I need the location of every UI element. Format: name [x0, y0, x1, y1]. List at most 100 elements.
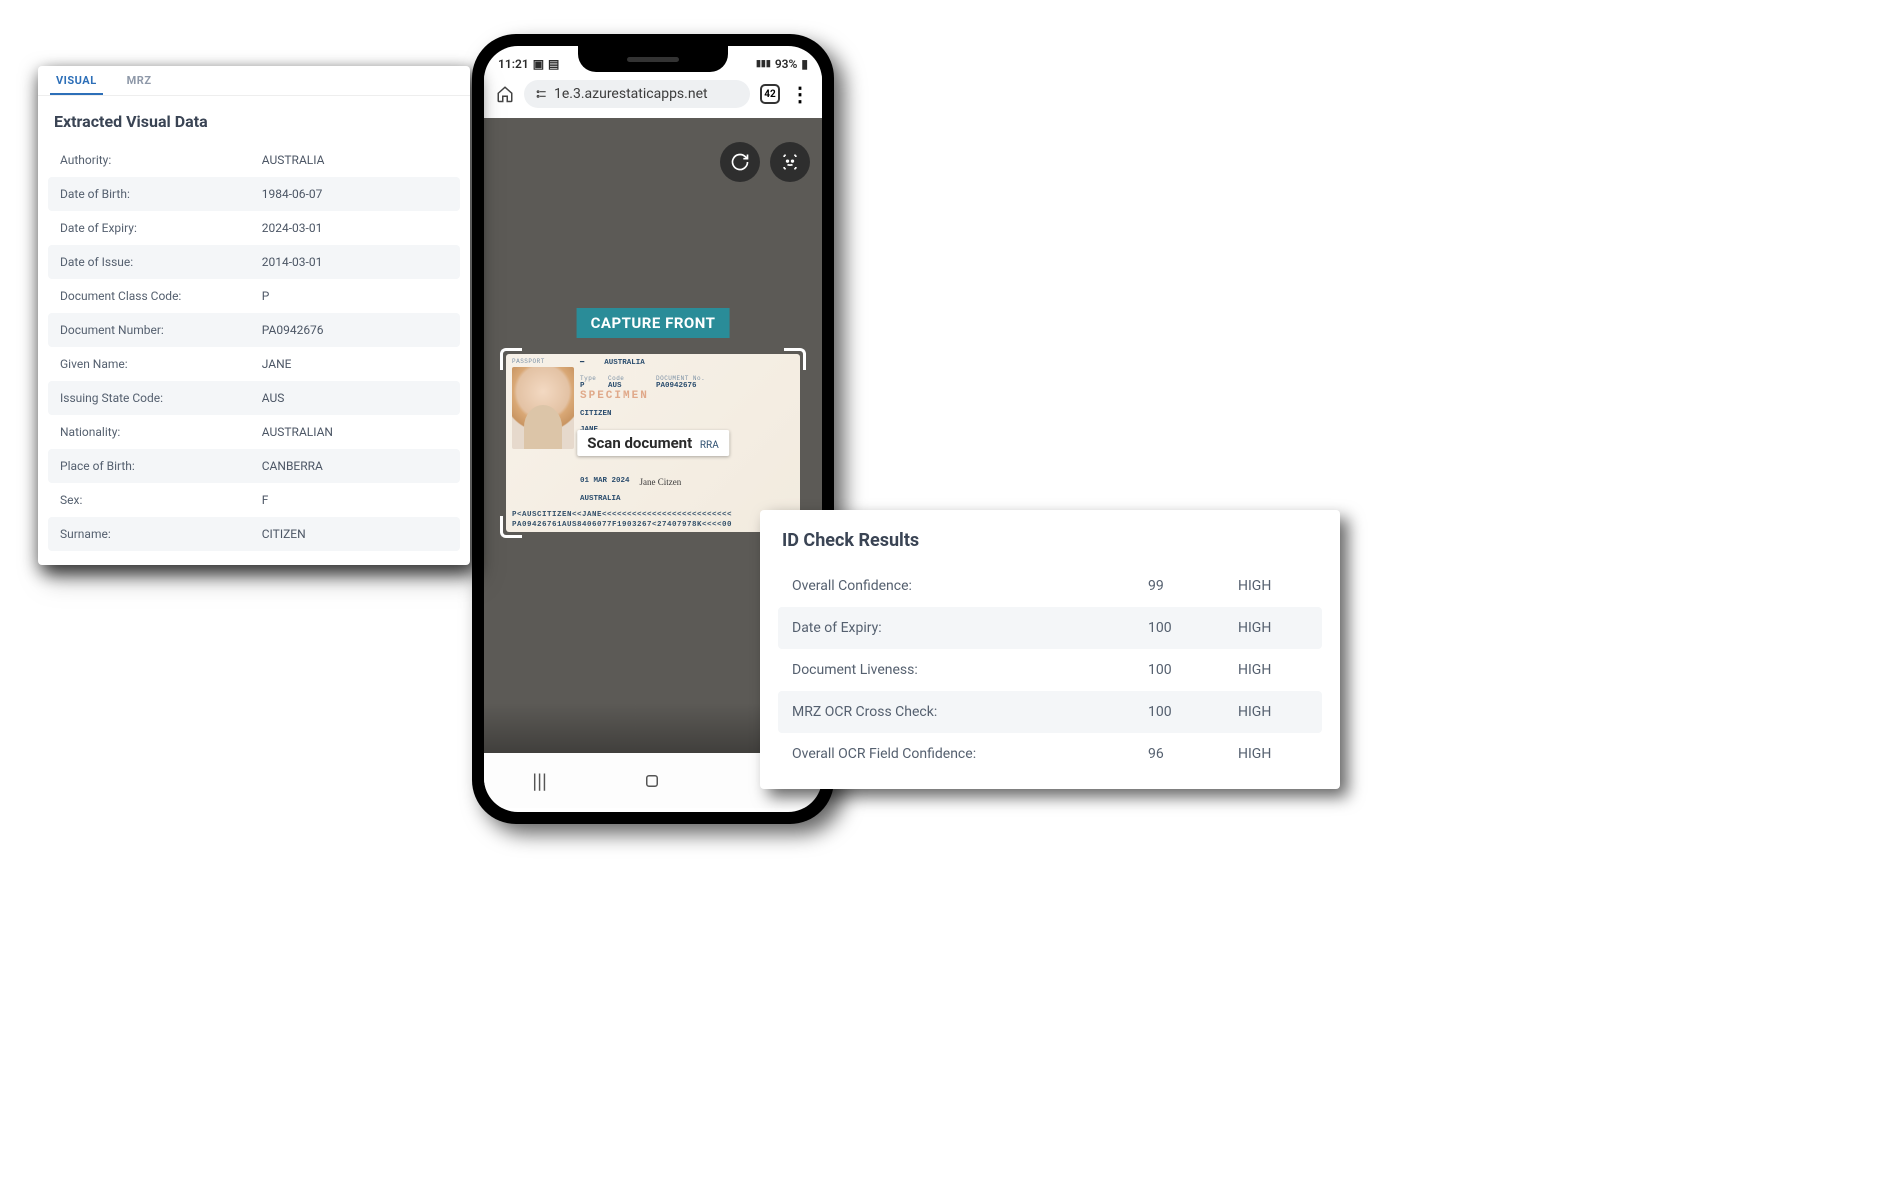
result-label: MRZ OCR Cross Check:	[792, 704, 1148, 720]
field-value: 1984-06-07	[262, 187, 448, 201]
tab-visual[interactable]: VISUAL	[50, 66, 103, 95]
extracted-data-row: Surname:CITIZEN	[48, 517, 460, 551]
home-icon[interactable]	[496, 85, 514, 103]
passport-photo	[512, 367, 574, 449]
extracted-data-row: Issuing State Code:AUS	[48, 381, 460, 415]
field-label: Place of Birth:	[60, 459, 262, 473]
field-value: AUSTRALIAN	[262, 425, 448, 439]
pp-specimen: SPECIMEN	[580, 390, 794, 409]
field-label: Authority:	[60, 153, 262, 167]
mrz-line-1: P<AUSCITIZEN<<JANE<<<<<<<<<<<<<<<<<<<<<<…	[512, 510, 794, 520]
field-label: Document Number:	[60, 323, 262, 337]
result-score: 100	[1148, 704, 1238, 720]
mrz-line-2: PA09426761AUS8406077F1903267<27407978K<<…	[512, 520, 794, 530]
pp-expiry: 01 MAR 2024	[580, 477, 630, 494]
status-time: 11:21	[498, 57, 529, 71]
pp-country: AUSTRALIA	[604, 359, 645, 367]
field-value: 2024-03-01	[262, 221, 448, 235]
extracted-data-row: Date of Birth:1984-06-07	[48, 177, 460, 211]
result-score: 100	[1148, 662, 1238, 678]
tab-count-value: 42	[764, 89, 775, 100]
extracted-data-title: Extracted Visual Data	[38, 96, 470, 143]
field-label: Document Class Code:	[60, 289, 262, 303]
field-value: CANBERRA	[262, 459, 448, 473]
pp-ctry: AUSTRALIA	[580, 495, 794, 510]
result-row: Overall Confidence:99HIGH	[778, 565, 1322, 607]
field-label: Date of Birth:	[60, 187, 262, 201]
field-label: Sex:	[60, 493, 262, 507]
extracted-data-row: Date of Issue:2014-03-01	[48, 245, 460, 279]
field-label: Surname:	[60, 527, 262, 541]
id-check-results-panel: ID Check Results Overall Confidence:99HI…	[760, 510, 1340, 789]
id-check-list: Overall Confidence:99HIGHDate of Expiry:…	[778, 565, 1322, 775]
refresh-button[interactable]	[720, 142, 760, 182]
field-value: JANE	[262, 357, 448, 371]
result-score: 99	[1148, 578, 1238, 594]
url-bar[interactable]: 1e.3.azurestaticapps.net	[524, 80, 750, 108]
extracted-data-row: Place of Birth:CANBERRA	[48, 449, 460, 483]
id-check-title: ID Check Results	[778, 526, 1322, 565]
battery-icon: ▮	[801, 57, 808, 71]
result-level: HIGH	[1238, 578, 1308, 594]
cast-icon: ▤	[548, 57, 559, 71]
result-label: Overall Confidence:	[792, 578, 1148, 594]
field-label: Nationality:	[60, 425, 262, 439]
tab-mrz[interactable]: MRZ	[121, 66, 158, 95]
home-nav-icon[interactable]	[643, 772, 661, 790]
browser-toolbar: 1e.3.azurestaticapps.net 42 ⋮	[484, 74, 822, 118]
pp-code: AUS	[608, 382, 650, 390]
result-row: MRZ OCR Cross Check:100HIGH	[778, 691, 1322, 733]
document-frame: PASSPORT ━ AUSTRALIA Type P	[500, 348, 806, 538]
result-row: Date of Expiry:100HIGH	[778, 607, 1322, 649]
tabs: VISUAL MRZ	[38, 66, 470, 96]
result-level: HIGH	[1238, 746, 1308, 762]
result-level: HIGH	[1238, 662, 1308, 678]
extracted-data-row: Date of Expiry:2024-03-01	[48, 211, 460, 245]
result-label: Document Liveness:	[792, 662, 1148, 678]
field-value: CITIZEN	[262, 527, 448, 541]
result-score: 96	[1148, 746, 1238, 762]
extracted-data-row: Document Class Code:P	[48, 279, 460, 313]
result-level: HIGH	[1238, 620, 1308, 636]
extracted-data-row: Nationality:AUSTRALIAN	[48, 415, 460, 449]
passport-hdr: PASSPORT	[512, 358, 574, 365]
phone-notch	[578, 46, 728, 72]
field-value: PA0942676	[262, 323, 448, 337]
battery-percent: 93%	[775, 57, 798, 71]
result-label: Date of Expiry:	[792, 620, 1148, 636]
url-text: 1e.3.azurestaticapps.net	[554, 86, 708, 102]
result-row: Document Liveness:100HIGH	[778, 649, 1322, 691]
pp-surname: CITIZEN	[580, 410, 794, 425]
result-score: 100	[1148, 620, 1238, 636]
tab-count-button[interactable]: 42	[760, 84, 780, 104]
field-value: AUS	[262, 391, 448, 405]
face-scan-button[interactable]	[770, 142, 810, 182]
field-value: P	[262, 289, 448, 303]
field-label: Date of Expiry:	[60, 221, 262, 235]
extracted-data-row: Authority:AUSTRALIA	[48, 143, 460, 177]
field-label: Date of Issue:	[60, 255, 262, 269]
field-value: AUSTRALIA	[262, 153, 448, 167]
extracted-data-list: Authority:AUSTRALIADate of Birth:1984-06…	[38, 143, 470, 557]
extracted-data-row: Document Number:PA0942676	[48, 313, 460, 347]
field-value: F	[262, 493, 448, 507]
pp-type: P	[580, 382, 602, 390]
scan-document-tooltip: Scan document RRA	[577, 430, 729, 456]
extracted-data-row: Sex:F	[48, 483, 460, 517]
signal-icon: ▮▮▮	[756, 59, 771, 69]
result-row: Overall OCR Field Confidence:96HIGH	[778, 733, 1322, 775]
result-level: HIGH	[1238, 704, 1308, 720]
pp-signature: Jane Citzen	[640, 477, 682, 494]
field-value: 2014-03-01	[262, 255, 448, 269]
capture-front-label: CAPTURE FRONT	[577, 308, 730, 338]
pp-docnum: PA0942676	[656, 382, 794, 390]
pob-peek: RRA	[700, 440, 719, 451]
result-label: Overall OCR Field Confidence:	[792, 746, 1148, 762]
site-settings-icon	[534, 87, 548, 101]
field-label: Given Name:	[60, 357, 262, 371]
extracted-data-row: Given Name:JANE	[48, 347, 460, 381]
extracted-data-panel: VISUAL MRZ Extracted Visual Data Authori…	[38, 66, 470, 565]
image-icon: ▣	[533, 57, 544, 71]
field-label: Issuing State Code:	[60, 391, 262, 405]
recents-icon[interactable]: |||	[532, 769, 547, 793]
